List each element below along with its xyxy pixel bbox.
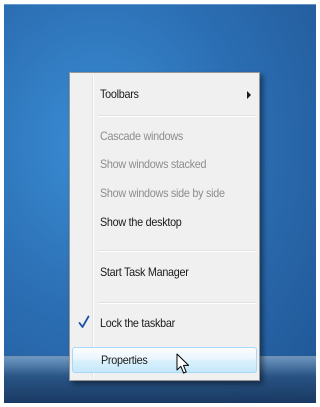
desktop-background[interactable]: Toolbars Cascade windows Show windows st… (4, 4, 316, 403)
menu-item-lock-the-taskbar[interactable]: Lock the taskbar (72, 311, 257, 337)
menu-item-properties[interactable]: Properties (72, 347, 257, 373)
taskbar-context-menu: Toolbars Cascade windows Show windows st… (69, 72, 260, 381)
menu-separator (98, 250, 256, 252)
menu-item-show-windows-side-by-side[interactable]: Show windows side by side (72, 181, 257, 207)
menu-item-label: Show windows stacked (100, 157, 207, 171)
menu-item-label: Properties (101, 353, 148, 367)
menu-item-label: Cascade windows (100, 129, 183, 143)
menu-item-toolbars[interactable]: Toolbars (72, 82, 257, 108)
menu-item-show-the-desktop[interactable]: Show the desktop (72, 210, 257, 236)
menu-item-label: Show windows side by side (100, 186, 225, 200)
menu-separator (98, 302, 256, 304)
menu-item-cascade-windows[interactable]: Cascade windows (72, 124, 257, 150)
menu-item-start-task-manager[interactable]: Start Task Manager (72, 260, 257, 286)
menu-item-label: Show the desktop (100, 215, 182, 229)
menu-separator (98, 115, 256, 117)
menu-item-show-windows-stacked[interactable]: Show windows stacked (72, 152, 257, 178)
checkmark-icon (78, 315, 90, 328)
menu-item-label: Lock the taskbar (100, 316, 175, 330)
chevron-right-icon (247, 91, 251, 99)
menu-item-label: Start Task Manager (100, 265, 189, 279)
menu-item-label: Toolbars (100, 87, 139, 101)
mouse-pointer-icon (176, 353, 190, 374)
